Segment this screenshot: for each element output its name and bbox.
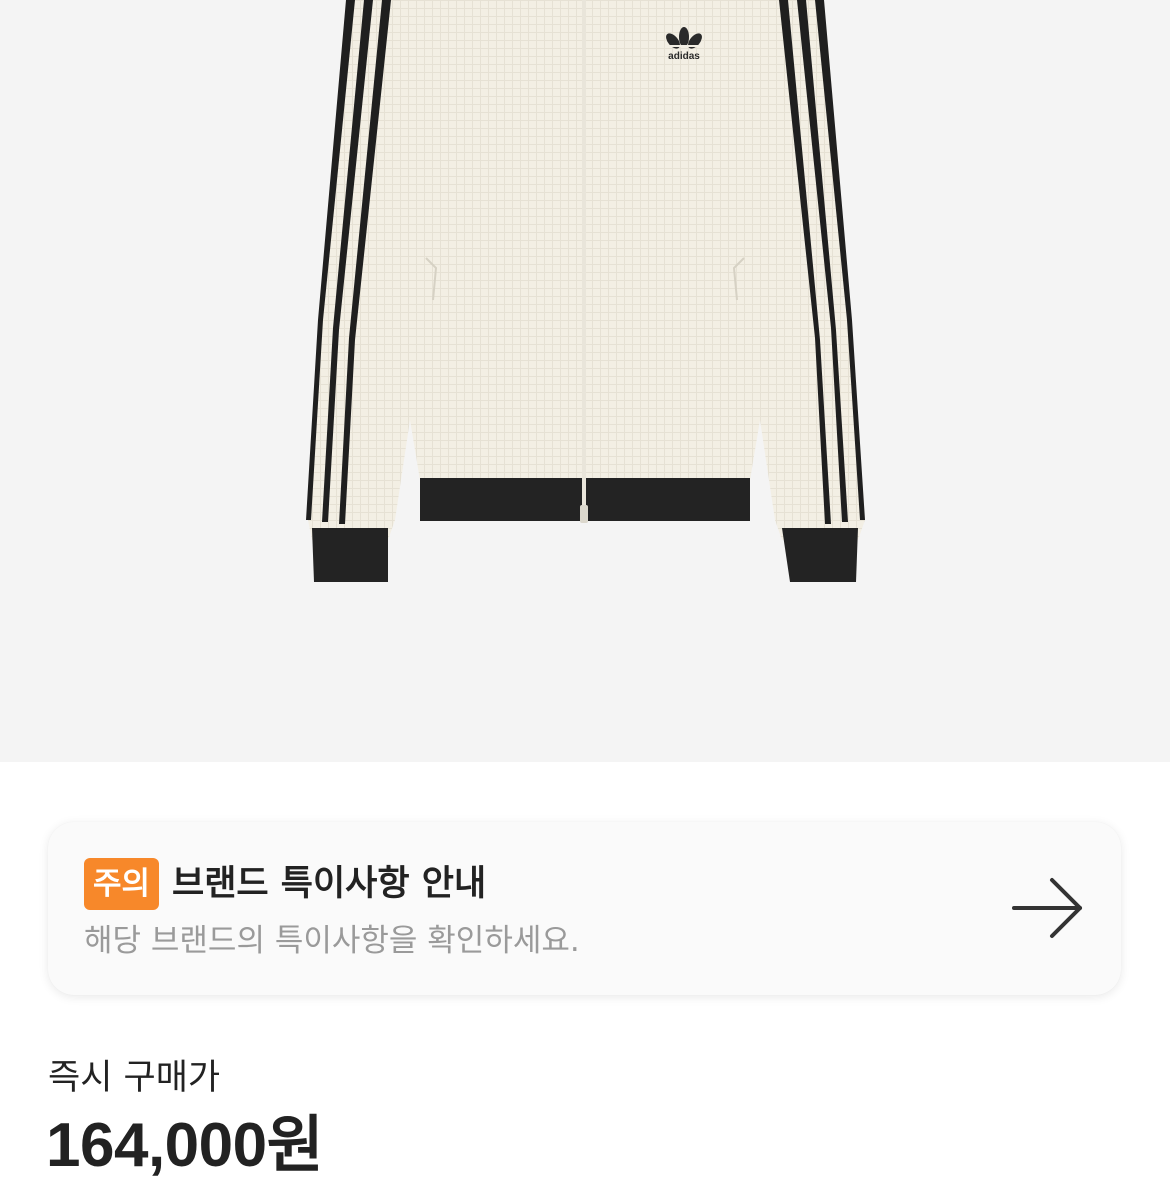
instant-buy-price: 164,000원: [46, 1111, 324, 1180]
notice-description: 해당 브랜드의 특이사항을 확인하세요.: [84, 923, 580, 959]
adidas-logo-text: adidas: [668, 51, 700, 62]
caution-badge: 주의: [84, 858, 160, 910]
instant-buy-price-label: 즉시 구매가: [48, 1058, 221, 1098]
brand-notice-card[interactable]: 주의 브랜드 특이사항 안내 해당 브랜드의 특이사항을 확인하세요.: [48, 822, 1121, 995]
notice-title: 브랜드 특이사항 안내: [172, 864, 487, 904]
product-image[interactable]: adidas: [0, 0, 1170, 762]
jacket-illustration: adidas: [306, 0, 865, 582]
arrow-right-icon[interactable]: [1010, 874, 1088, 942]
